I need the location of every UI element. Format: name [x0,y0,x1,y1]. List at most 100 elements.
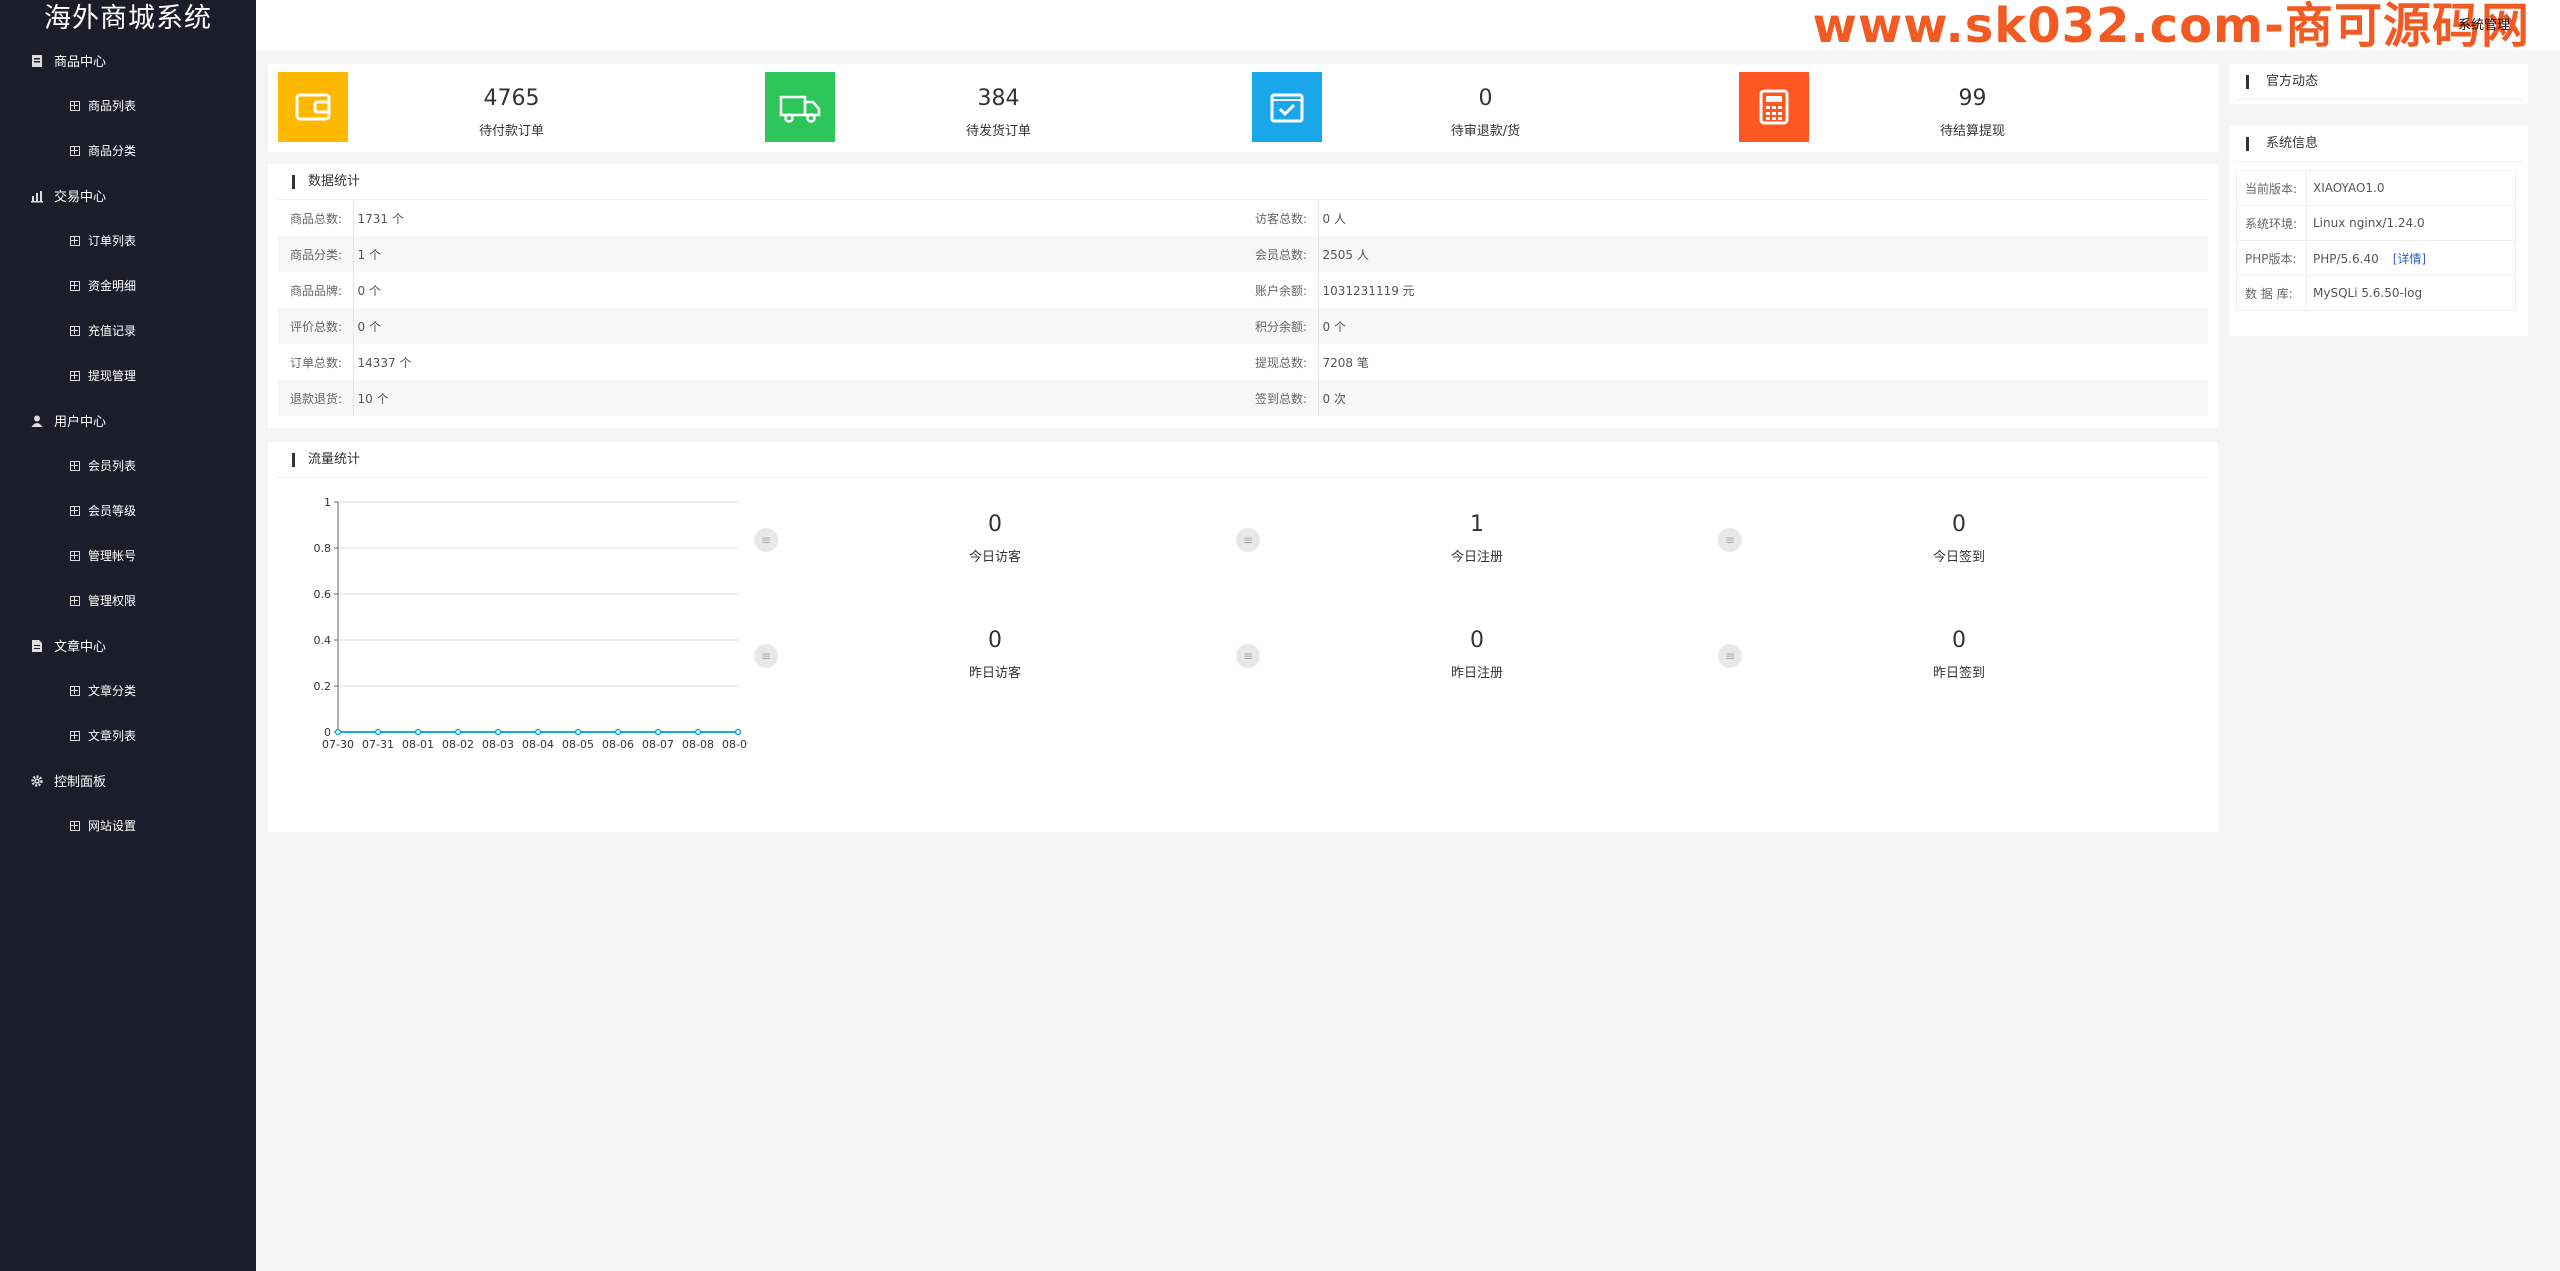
panel-title: 数据统计 [278,164,2208,200]
stat-pending-withdraw[interactable]: 99 待结算提现 [1729,64,2216,152]
table-row: 系统环境: Linux nginx/1.24.0 [2236,205,2516,241]
info-value: PHP/5.6.40 [详情] [2306,240,2516,276]
panel-title: 系统信息 [2236,126,2522,162]
sidebar-item-1-3[interactable]: 提现管理 [0,353,256,398]
plus-square-icon [70,550,80,561]
info-key: PHP版本: [2236,240,2307,276]
x-tick-label: 08-05 [562,738,594,751]
stat-label: 待审退款/货 [1450,124,1521,139]
sidebar-item-2-0[interactable]: 会员列表 [0,443,256,488]
plus-square-icon [70,820,80,831]
stat-label: 待结算提现 [1939,124,2005,139]
stat-value: 1 个 [353,236,1243,272]
sidebar-item-2-3[interactable]: 管理权限 [0,578,256,623]
main-content: 4765 待付款订单 384 待发货订单 0 待审退款/货 99 待结算提现 数… [256,50,2560,1271]
metric-label: 昨日访客 [968,666,1021,681]
table-row: 商品分类: 1 个会员总数: 2505 人 [278,236,2208,272]
metric-value: 0 [988,512,1002,537]
sidebar-item-4-0[interactable]: 网站设置 [0,803,256,848]
sidebar-item-2-2[interactable]: 管理帐号 [0,533,256,578]
stat-key: 退款退货: [278,380,354,416]
stat-pending-shipment[interactable]: 384 待发货订单 [755,64,1242,152]
x-tick-label: 08-09 [722,738,748,751]
y-tick-label: 1 [324,496,331,509]
metric-value: 0 [988,628,1002,653]
sidebar: 海外商城系统 商品中心商品列表 商品分类交易中心订单列表资金明细充值记录提现管理用… [0,0,256,1271]
brand-title: 海外商城系统 [44,3,212,34]
panel-title: 流量统计 [278,442,2208,478]
details-link[interactable]: [详情] [2393,252,2426,266]
stat-value: 0 [1478,86,1493,111]
sidebar-item-0-0[interactable]: 商品列表 [0,83,256,128]
traffic-metric: ≡ 0 昨日注册 [1236,606,1718,686]
traffic-metric: ≡ 0 昨日访客 [754,606,1236,686]
sidebar-item-label: 管理帐号 [88,549,137,563]
plus-square-icon [70,145,80,156]
sidebar-item-1-1[interactable]: 资金明细 [0,263,256,308]
metric-label: 昨日注册 [1450,666,1503,681]
plus-square-icon [70,505,80,516]
sidebar-group-0[interactable]: 商品中心 [0,38,256,83]
system-info-panel: 系统信息 当前版本: XIAOYAO1.0 系统环境: Linux nginx/1.2… [2230,126,2528,336]
traffic-metric: ≡ 0 今日访客 [754,490,1236,570]
y-tick-label: 0.6 [314,588,332,601]
sidebar-group-3[interactable]: 文章中心 [0,623,256,668]
sidebar-item-2-1[interactable]: 会员等级 [0,488,256,533]
sidebar-nav: 商品中心商品列表 商品分类交易中心订单列表资金明细充值记录提现管理用户中心会员列表… [0,38,256,848]
x-tick-label: 08-07 [642,738,674,751]
data-point [334,728,342,736]
stat-value: 99 [1958,86,1987,111]
sidebar-item-1-2[interactable]: 充值记录 [0,308,256,353]
stat-pending-payment[interactable]: 4765 待付款订单 [268,64,755,152]
sidebar-item-label: 会员等级 [88,504,137,518]
info-value: Linux nginx/1.24.0 [2306,205,2516,241]
sidebar-group-label: 交易中心 [54,190,107,205]
metric-value: 1 [1470,512,1484,537]
system-info-table: 当前版本: XIAOYAO1.0 系统环境: Linux nginx/1.24.0 PH… [2236,170,2516,311]
sidebar-item-label: 会员列表 [88,459,137,473]
sidebar-item-label: 订单列表 [88,234,137,248]
data-point [534,728,542,736]
metric-label: 今日访客 [968,550,1021,565]
table-row: 订单总数: 14337 个 提现总数: 7208 笔 [278,344,2208,380]
table-row: 退款退货: 10 个签到总数: 0 次 [278,380,2208,416]
stat-value: 384 [977,86,1020,111]
sidebar-group-label: 用户中心 [54,415,107,430]
y-tick-label: 0.8 [314,542,332,555]
sidebar-group-1[interactable]: 交易中心 [0,173,256,218]
bar-chart-icon [30,189,44,203]
sidebar-group-2[interactable]: 用户中心 [0,398,256,443]
sidebar-item-3-0[interactable]: 文章分类 [0,668,256,713]
metric-value: 0 [1952,512,1966,537]
watermark: www.sk032.com-商可源码网 [1812,0,2530,54]
traffic-chart: 00.20.40.60.8107-30 07-31 08-01 08-02 08-03 0… [314,496,749,751]
x-tick-label: 07-31 [362,738,394,751]
info-value: XIAOYAO1.0 [2306,170,2516,206]
sidebar-item-3-1[interactable]: 文章列表 [0,713,256,758]
data-stats-panel: 数据统计 商品总数: 1731 个 访客总数: 0 人商品分类: 1 个会员总数: 250… [268,164,2218,428]
sidebar-item-label: 提现管理 [88,369,137,383]
sidebar-item-label: 文章分类 [88,684,137,698]
sidebar-group-4[interactable]: 控制面板 [0,758,256,803]
x-tick-label: 08-02 [442,738,474,751]
stat-value: 0 次 [1318,380,2208,416]
plus-square-icon [70,685,80,696]
data-point [494,728,502,736]
stat-key: 商品品牌: [278,272,354,308]
data-point [574,728,582,736]
stat-value: 0 个 [1318,308,2208,344]
x-tick-label: 08-04 [522,738,554,751]
stat-key: 会员总数: [1243,236,1319,272]
sidebar-group-label: 商品中心 [54,55,107,70]
sidebar-item-1-0[interactable]: 订单列表 [0,218,256,263]
plus-square-icon [70,730,80,741]
sidebar-item-0-1[interactable]: 商品分类 [0,128,256,173]
stat-value: 14337 个 [357,355,412,370]
sidebar-item-label: 充值记录 [88,324,137,338]
traffic-stats-panel: 流量统计 0 0.2 0.4 0.6 0.8 1 07-30 07-31 08-01 08-02 0… [268,442,2218,832]
table-row: 数 据 库: MySQLi 5.6.50-log [2236,275,2516,311]
system-menu[interactable]: 系统管理 [2458,14,2510,33]
stat-key: 订单总数: [278,344,354,380]
stat-value: 2505 人 [1318,236,2208,272]
stat-pending-refund[interactable]: 0 待审退款/货 [1242,64,1729,152]
